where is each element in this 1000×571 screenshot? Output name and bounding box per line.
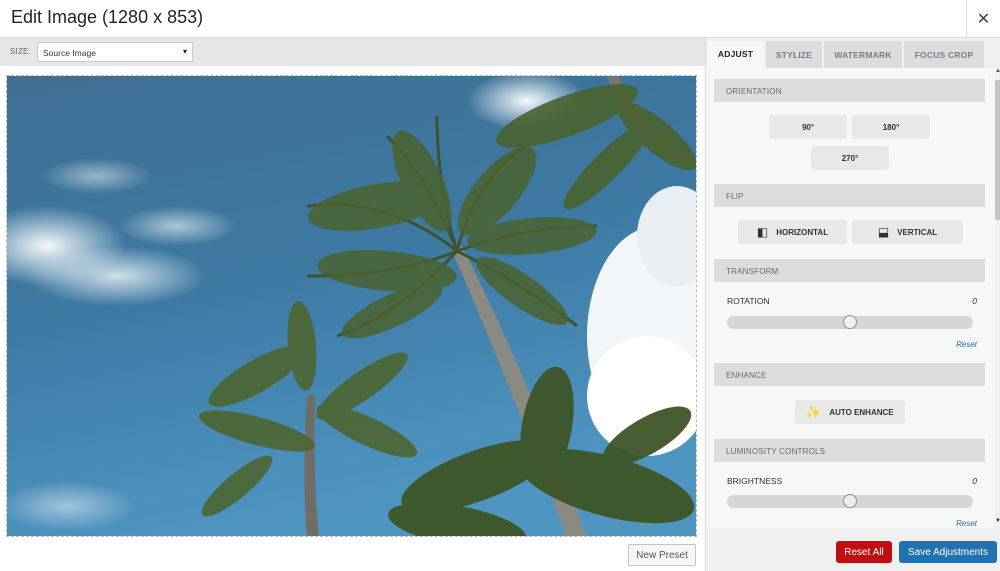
tab-focus-crop[interactable]: FOCUS CROP: [904, 41, 984, 68]
adjust-panel: ORIENTATION 90° 180° 270° FLIP ◧ HORIZON…: [706, 68, 995, 528]
transform-heading: TRANSFORM: [714, 259, 985, 282]
tab-stylize[interactable]: STYLIZE: [766, 41, 822, 68]
tab-bar: ADJUST STYLIZE WATERMARK FOCUS CROP: [706, 38, 1000, 68]
palm-trees-image: [7, 76, 696, 536]
modal-header: Edit Image (1280 x 853) ✕: [0, 0, 1000, 38]
brightness-value: 0: [972, 476, 977, 486]
auto-enhance-label: AUTO ENHANCE: [829, 407, 894, 417]
rotation-label: ROTATION: [727, 296, 770, 306]
flip-horizontal-button[interactable]: ◧ HORIZONTAL: [738, 220, 847, 244]
rotate-180-button[interactable]: 180°: [852, 115, 930, 139]
auto-enhance-button[interactable]: ✨ AUTO ENHANCE: [795, 400, 905, 424]
close-button[interactable]: ✕: [966, 0, 1000, 38]
scroll-up-icon[interactable]: ▲: [995, 68, 1000, 74]
flip-horizontal-label: HORIZONTAL: [776, 227, 829, 237]
rotation-reset-link[interactable]: Reset: [956, 340, 977, 349]
flip-vertical-label: VERTICAL: [897, 227, 938, 237]
rotate-270-button[interactable]: 270°: [811, 146, 889, 170]
brightness-label: BRIGHTNESS: [727, 476, 783, 486]
reset-all-button[interactable]: Reset All: [836, 541, 892, 563]
size-select-value: Source Image: [43, 48, 96, 58]
magic-wand-icon: ✨: [806, 405, 822, 419]
footer-actions: Reset All Save Adjustments: [706, 528, 1000, 571]
flip-heading: FLIP: [714, 184, 985, 207]
enhance-heading: ENHANCE: [714, 363, 985, 386]
rotation-value: 0: [972, 296, 977, 306]
flip-vertical-icon: ⬓: [877, 225, 890, 239]
new-preset-button[interactable]: New Preset: [628, 544, 696, 566]
size-select[interactable]: Source Image ▾: [37, 42, 193, 62]
tab-adjust[interactable]: ADJUST: [707, 41, 764, 68]
size-bar: SIZE: Source Image ▾: [0, 38, 705, 66]
luminosity-heading: LUMINOSITY CONTROLS: [714, 439, 985, 462]
image-pane: SIZE: Source Image ▾ New Preset: [0, 38, 705, 571]
scrollbar-thumb[interactable]: [995, 80, 1000, 220]
flip-vertical-button[interactable]: ⬓ VERTICAL: [852, 220, 963, 244]
save-adjustments-button[interactable]: Save Adjustments: [899, 541, 997, 563]
scroll-down-icon[interactable]: ▼: [995, 518, 1000, 524]
orientation-heading: ORIENTATION: [714, 79, 985, 102]
rotate-90-button[interactable]: 90°: [769, 115, 847, 139]
adjust-pane: ADJUST STYLIZE WATERMARK FOCUS CROP ORIE…: [705, 38, 1000, 571]
panel-scrollbar[interactable]: ▲ ▼: [995, 68, 1000, 528]
modal-title: Edit Image (1280 x 853): [11, 7, 204, 27]
brightness-slider-handle[interactable]: [843, 494, 857, 508]
brightness-reset-link[interactable]: Reset: [956, 519, 977, 528]
brightness-slider[interactable]: [727, 494, 973, 508]
image-preview[interactable]: [6, 75, 697, 537]
close-icon: ✕: [976, 11, 991, 28]
edit-image-modal: Edit Image (1280 x 853) ✕ SIZE: Source I…: [0, 0, 1000, 571]
size-label: SIZE:: [10, 47, 32, 56]
tab-watermark[interactable]: WATERMARK: [824, 41, 902, 68]
rotation-slider[interactable]: [727, 315, 973, 329]
rotation-slider-handle[interactable]: [843, 315, 857, 329]
chevron-down-icon: ▾: [182, 47, 187, 56]
flip-horizontal-icon: ◧: [756, 225, 769, 239]
